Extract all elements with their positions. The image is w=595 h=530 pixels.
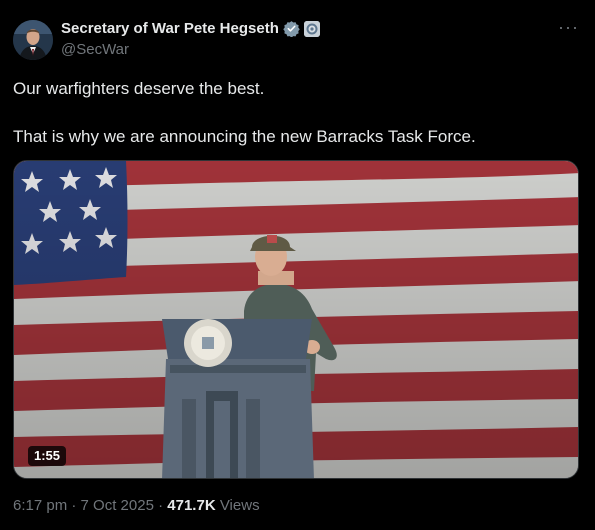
- meta-separator: ·: [158, 497, 164, 514]
- display-name[interactable]: Secretary of War Pete Hegseth: [61, 20, 279, 37]
- video-duration-badge: 1:55: [28, 446, 67, 466]
- tweet-time[interactable]: 6:17 pm: [13, 497, 67, 514]
- author-handle[interactable]: @SecWar: [61, 41, 129, 58]
- avatar[interactable]: [13, 20, 53, 60]
- tweet-text-line: That is why we are announcing the new Ba…: [13, 127, 476, 146]
- tweet-text: Our warfighters deserve the best. That i…: [13, 78, 578, 148]
- verified-badge-icon: [283, 20, 300, 38]
- tweet-date[interactable]: 7 Oct 2025: [81, 497, 154, 514]
- meta-separator: ·: [71, 497, 77, 514]
- views-label: Views: [219, 497, 260, 514]
- tweet-meta: 6:17 pm · 7 Oct 2025 · 471.7K Views: [13, 497, 260, 514]
- tweet-text-line: Our warfighters deserve the best.: [13, 79, 265, 98]
- video-player[interactable]: 1:55: [13, 160, 579, 479]
- author-name-row: Secretary of War Pete Hegseth: [61, 20, 320, 38]
- video-thumbnail: [14, 161, 578, 478]
- views-count[interactable]: 471.7K: [167, 497, 215, 514]
- tweet: Secretary of War Pete Hegseth @SecWar ··…: [0, 0, 595, 530]
- more-options-icon[interactable]: ···: [558, 18, 579, 36]
- tweet-header: Secretary of War Pete Hegseth @SecWar ··…: [13, 18, 583, 64]
- affiliation-badge-icon[interactable]: [303, 20, 320, 37]
